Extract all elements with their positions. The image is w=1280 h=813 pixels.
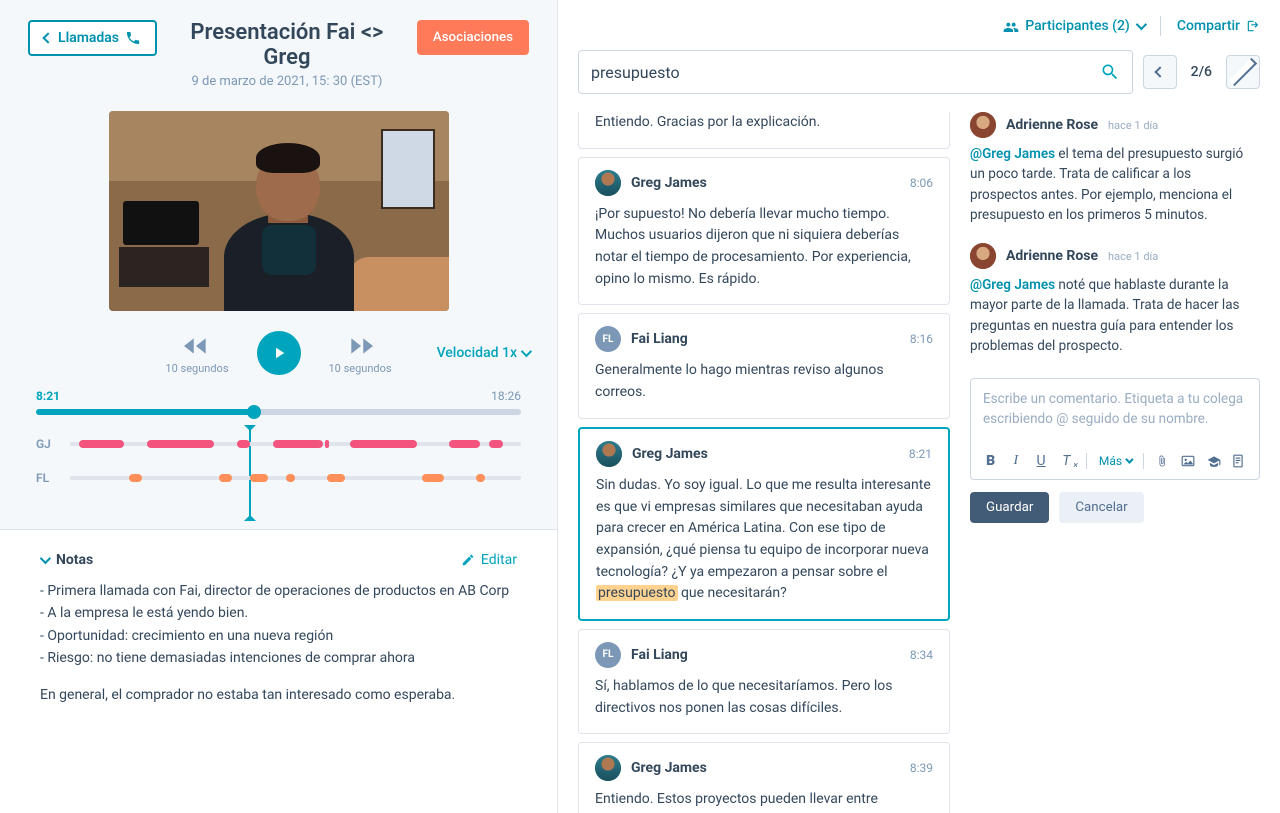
chevron-down-icon <box>1136 19 1147 30</box>
play-button[interactable] <box>257 331 301 375</box>
transcript-message[interactable]: FL Fai Liang 8:34 Sí, hablamos de lo que… <box>578 629 950 734</box>
video-thumbnail[interactable] <box>109 111 449 311</box>
avatar: FL <box>595 642 621 668</box>
more-formatting-button[interactable]: Más <box>1099 454 1131 468</box>
cancel-button[interactable]: Cancelar <box>1059 492 1143 523</box>
chevron-left-icon <box>1154 66 1165 77</box>
timestamp: 8:16 <box>910 332 933 346</box>
comment-author: Adrienne Rose <box>1006 248 1098 264</box>
people-icon <box>1003 19 1019 33</box>
transcript-message[interactable]: FL Fai Liang 8:16 Generalmente lo hago m… <box>578 313 950 418</box>
comment-author: Adrienne Rose <box>1006 117 1098 133</box>
speed-selector[interactable]: Velocidad 1x <box>437 345 529 361</box>
associations-button[interactable]: Asociaciones <box>417 20 529 55</box>
page-subtitle: 9 de marzo de 2021, 15: 30 (EST) <box>171 74 403 89</box>
search-next-button[interactable] <box>1226 55 1260 89</box>
italic-icon[interactable]: I <box>1008 453 1023 469</box>
timeline-current: 8:21 <box>36 389 60 403</box>
avatar <box>970 243 996 269</box>
search-icon <box>1100 62 1120 82</box>
comment: Adrienne Rose hace 1 día @Greg James not… <box>970 243 1260 356</box>
timestamp: 8:34 <box>910 648 933 662</box>
comment-composer[interactable]: Escribe un comentario. Etiqueta a tu col… <box>970 378 1260 480</box>
comment: Adrienne Rose hace 1 día @Greg James el … <box>970 112 1260 225</box>
document-icon[interactable] <box>1232 454 1247 468</box>
search-count: 2/6 <box>1187 64 1216 80</box>
chevron-down-icon <box>521 346 532 357</box>
forward-button[interactable] <box>343 332 377 360</box>
share-button[interactable]: Compartir <box>1177 18 1260 34</box>
composer-placeholder: Escribe un comentario. Etiqueta a tu col… <box>983 389 1247 447</box>
notes-toggle[interactable]: Notas <box>40 552 93 568</box>
timestamp: 8:39 <box>910 761 933 775</box>
speaker-name: Greg James <box>631 175 707 191</box>
avatar <box>970 112 996 138</box>
comment-time: hace 1 día <box>1108 250 1158 263</box>
chevron-right-icon <box>1229 58 1257 86</box>
phone-icon <box>125 30 141 46</box>
page-title: Presentación Fai <> Greg <box>171 20 403 70</box>
avatar <box>596 441 622 467</box>
edit-notes-button[interactable]: Editar <box>461 552 517 568</box>
rewind-label: 10 segundos <box>165 362 228 375</box>
mention[interactable]: @Greg James <box>970 146 1055 162</box>
graduation-icon[interactable] <box>1207 455 1222 467</box>
save-button[interactable]: Guardar <box>970 492 1049 523</box>
notes-content: - Primera llamada con Fai, director de o… <box>40 580 517 706</box>
avatar: FL <box>595 326 621 352</box>
transcript-message-highlighted[interactable]: Greg James 8:21 Sin dudas. Yo soy igual.… <box>578 427 950 621</box>
transcript-message[interactable]: Greg James 8:39 Entiendo. Estos proyecto… <box>578 742 950 813</box>
underline-icon[interactable]: U <box>1033 453 1048 469</box>
speaker-name: Fai Liang <box>631 647 688 663</box>
track-gj <box>70 442 521 446</box>
clear-format-icon[interactable]: T× <box>1059 453 1074 469</box>
image-icon[interactable] <box>1181 455 1196 467</box>
search-highlight: presupuesto <box>596 585 678 601</box>
speaker-name: Greg James <box>632 446 708 462</box>
play-icon <box>270 344 288 362</box>
chevron-down-icon <box>40 553 51 564</box>
participants-button[interactable]: Participantes (2) <box>1003 18 1144 34</box>
track-label-gj: GJ <box>36 437 60 451</box>
back-label: Llamadas <box>58 30 119 46</box>
back-button[interactable]: Llamadas <box>28 20 157 56</box>
mention[interactable]: @Greg James <box>970 277 1055 293</box>
playhead-cursor[interactable] <box>249 425 251 521</box>
speaker-name: Fai Liang <box>631 331 688 347</box>
speaker-name: Greg James <box>631 760 707 776</box>
track-label-fl: FL <box>36 471 60 485</box>
search-box[interactable] <box>578 50 1133 94</box>
track-fl <box>70 476 521 480</box>
transcript-message[interactable]: Entiendo. Gracias por la explicación. <box>578 112 950 149</box>
timestamp: 8:06 <box>910 176 933 190</box>
forward-label: 10 segundos <box>329 362 392 375</box>
comment-time: hace 1 día <box>1108 119 1158 132</box>
avatar <box>595 755 621 781</box>
bold-icon[interactable]: B <box>983 453 998 469</box>
search-input[interactable] <box>591 63 1100 82</box>
pencil-icon <box>461 553 475 567</box>
rewind-button[interactable] <box>180 332 214 360</box>
share-icon <box>1246 19 1260 33</box>
avatar <box>595 170 621 196</box>
transcript-message[interactable]: Greg James 8:06 ¡Por supuesto! No deberí… <box>578 157 950 306</box>
timestamp: 8:21 <box>909 447 932 461</box>
attachment-icon[interactable] <box>1156 454 1171 468</box>
timeline-scrubber[interactable] <box>36 409 521 415</box>
timeline-end: 18:26 <box>491 389 521 403</box>
search-prev-button[interactable] <box>1143 55 1177 89</box>
transcript: Entiendo. Gracias por la explicación. Gr… <box>578 112 950 813</box>
chevron-left-icon <box>42 32 53 43</box>
